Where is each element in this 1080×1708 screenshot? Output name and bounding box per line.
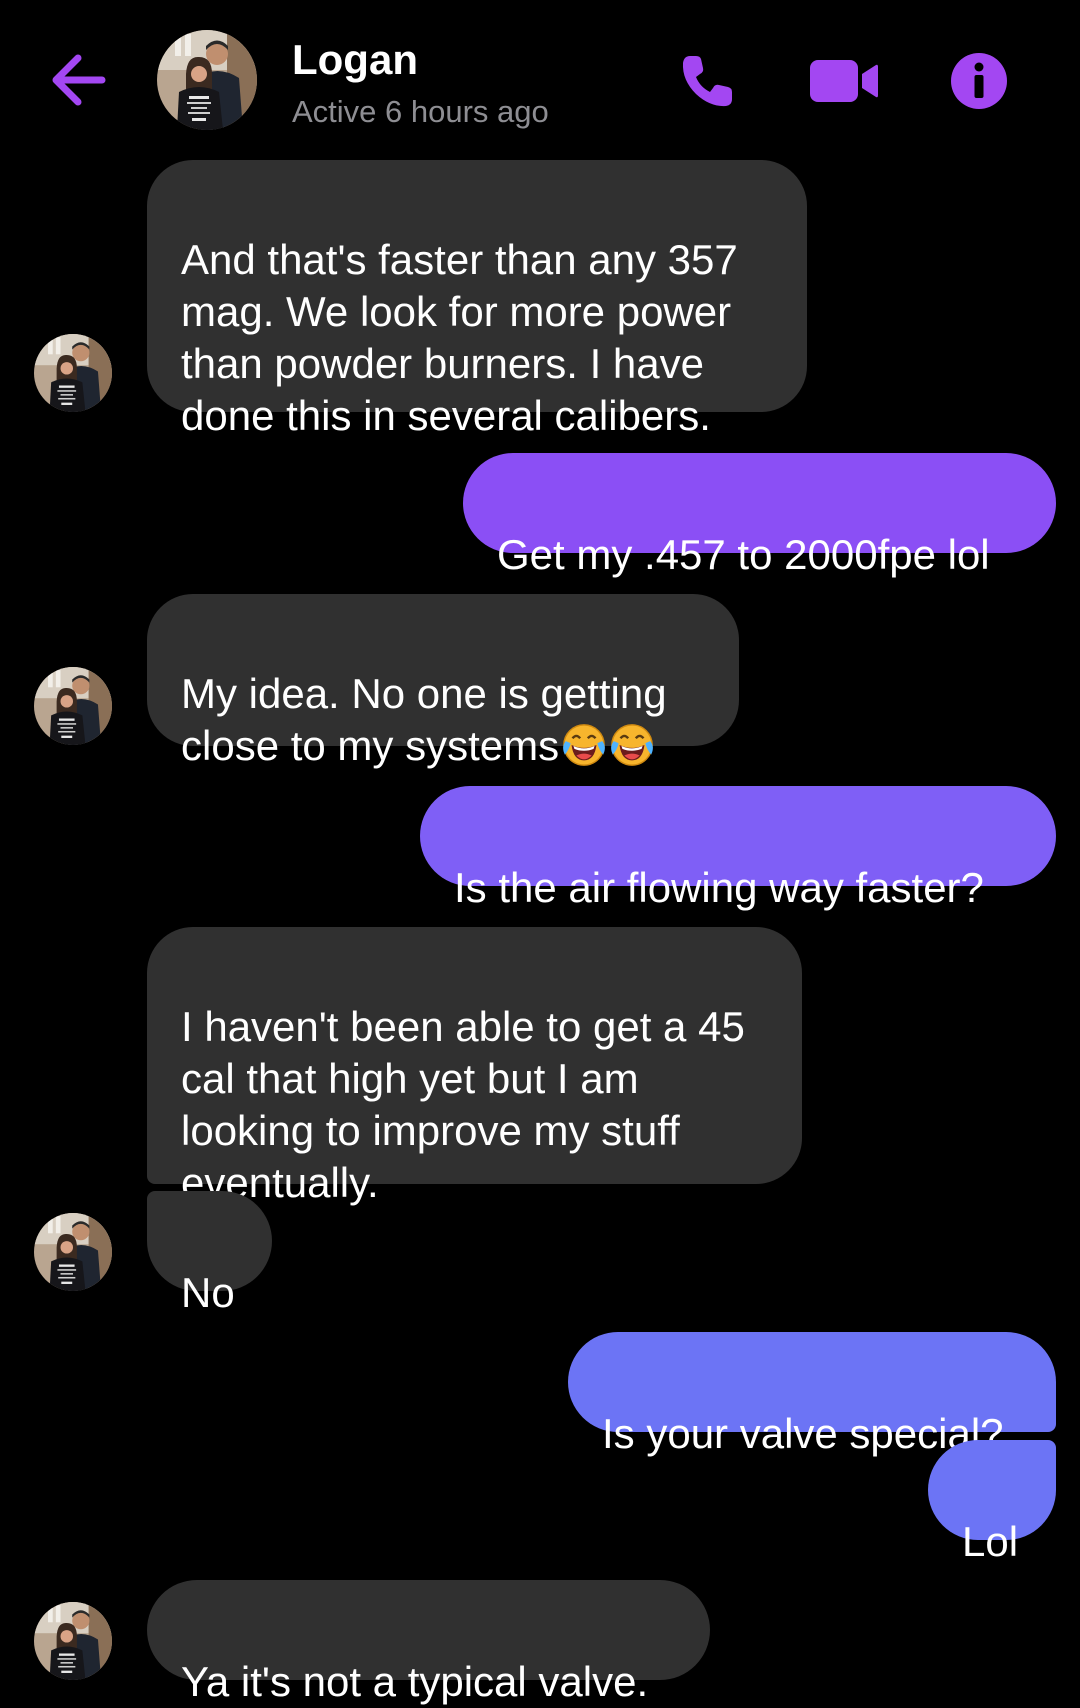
arrow-left-icon bbox=[52, 54, 106, 106]
active-status: Active 6 hours ago bbox=[292, 94, 549, 129]
back-button[interactable] bbox=[48, 52, 108, 108]
audio-call-button[interactable] bbox=[676, 50, 738, 112]
message-bubble-outgoing[interactable]: Lol bbox=[928, 1440, 1056, 1565]
sender-avatar[interactable] bbox=[34, 1602, 112, 1680]
message-text: Is the air flowing way faster? bbox=[454, 864, 984, 911]
message-text: I haven't been able to get a 45 cal that… bbox=[181, 1003, 745, 1206]
contact-avatar[interactable] bbox=[157, 30, 257, 130]
video-call-button[interactable] bbox=[808, 50, 880, 112]
message-bubble-incoming[interactable]: I haven't been able to get a 45 cal that… bbox=[147, 927, 802, 1206]
message-text: No bbox=[181, 1269, 235, 1316]
face-with-tears-of-joy-emoji bbox=[609, 722, 655, 768]
conversation-info-button[interactable] bbox=[948, 50, 1010, 112]
message-text: Is your valve special? bbox=[602, 1410, 1004, 1457]
sender-avatar[interactable] bbox=[34, 334, 112, 412]
sender-avatar[interactable] bbox=[34, 1213, 112, 1291]
phone-icon bbox=[682, 56, 732, 107]
chat-header: Logan Active 6 hours ago bbox=[0, 0, 1080, 150]
message-text: And that's faster than any 357 mag. We l… bbox=[181, 236, 738, 439]
message-bubble-outgoing[interactable]: Is your valve special? bbox=[568, 1332, 1056, 1457]
info-icon bbox=[951, 53, 1007, 109]
message-bubble-outgoing[interactable]: Get my .457 to 2000fpe lol bbox=[463, 453, 1056, 578]
message-text: Ya it's not a typical valve. bbox=[181, 1658, 649, 1705]
contact-name[interactable]: Logan bbox=[292, 36, 418, 84]
message-text: Get my .457 to 2000fpe lol bbox=[497, 531, 990, 578]
message-bubble-incoming[interactable]: Ya it's not a typical valve. bbox=[147, 1580, 710, 1705]
message-bubble-incoming[interactable]: My idea. No one is getting close to my s… bbox=[147, 594, 739, 769]
message-text: Lol bbox=[962, 1518, 1019, 1565]
message-bubble-incoming[interactable]: No bbox=[147, 1191, 272, 1316]
message-bubble-outgoing[interactable]: Is the air flowing way faster? bbox=[420, 786, 1056, 911]
video-camera-icon bbox=[810, 60, 878, 102]
message-bubble-incoming[interactable]: And that's faster than any 357 mag. We l… bbox=[147, 160, 807, 439]
face-with-tears-of-joy-emoji bbox=[561, 722, 607, 768]
sender-avatar[interactable] bbox=[34, 667, 112, 745]
